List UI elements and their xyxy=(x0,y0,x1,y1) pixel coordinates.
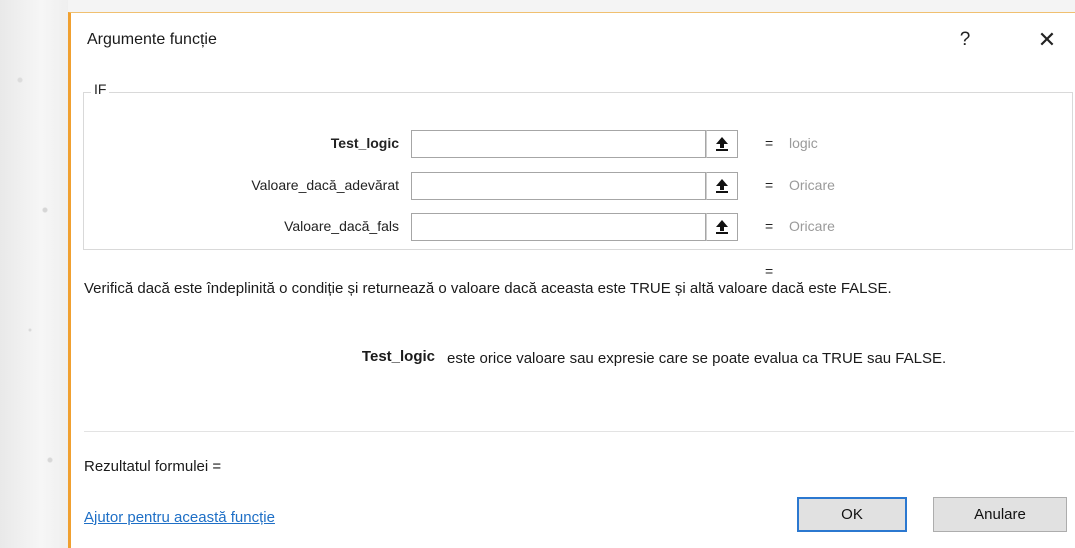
arg-hint-value-if-false: Oricare xyxy=(789,218,835,234)
test-logic-input[interactable] xyxy=(411,130,706,158)
help-link[interactable]: Ajutor pentru această funcție xyxy=(84,509,275,526)
function-result-equals: = xyxy=(765,263,774,279)
value-if-true-input[interactable] xyxy=(411,172,706,200)
function-arguments-dialog: Argumente funcție ? ✕ IF Test_logic = lo… xyxy=(68,12,1075,548)
help-button[interactable]: ? xyxy=(947,25,983,55)
background-strip xyxy=(68,0,1075,12)
function-name: IF xyxy=(91,81,110,97)
cancel-button[interactable]: Anulare xyxy=(933,497,1067,532)
function-description: Verifică dacă este îndeplinită o condiți… xyxy=(84,280,892,297)
arg-equals-value-if-true: = xyxy=(765,177,774,193)
selected-argument-name: Test_logic xyxy=(361,348,435,365)
close-icon: ✕ xyxy=(1037,27,1057,52)
arg-label-value-if-false: Valoare_dacă_fals xyxy=(284,218,399,234)
value-if-false-input[interactable] xyxy=(411,213,706,241)
ok-button[interactable]: OK xyxy=(797,497,907,532)
arg-label-value-if-true: Valoare_dacă_adevărat xyxy=(251,177,399,193)
collapse-dialog-icon xyxy=(716,137,728,151)
test-logic-ref-button[interactable] xyxy=(706,130,738,158)
formula-result-label: Rezultatul formulei = xyxy=(84,458,222,475)
arg-label-test-logic: Test_logic xyxy=(330,135,399,151)
value-if-false-ref-button[interactable] xyxy=(706,213,738,241)
arg-hint-test-logic: logic xyxy=(789,135,818,151)
dialog-title: Argumente funcție xyxy=(87,31,217,48)
title-bar: Argumente funcție ? ✕ xyxy=(71,13,1075,65)
help-icon: ? xyxy=(959,29,971,50)
close-button[interactable]: ✕ xyxy=(1029,25,1065,55)
arg-equals-value-if-false: = xyxy=(765,218,774,234)
background-desktop xyxy=(0,0,68,548)
divider xyxy=(84,431,1074,432)
arg-hint-value-if-true: Oricare xyxy=(789,177,835,193)
value-if-true-ref-button[interactable] xyxy=(706,172,738,200)
arg-equals-test-logic: = xyxy=(765,135,774,151)
selected-argument-description: este orice valoare sau expresie care se … xyxy=(447,350,947,367)
collapse-dialog-icon xyxy=(716,220,728,234)
collapse-dialog-icon xyxy=(716,179,728,193)
